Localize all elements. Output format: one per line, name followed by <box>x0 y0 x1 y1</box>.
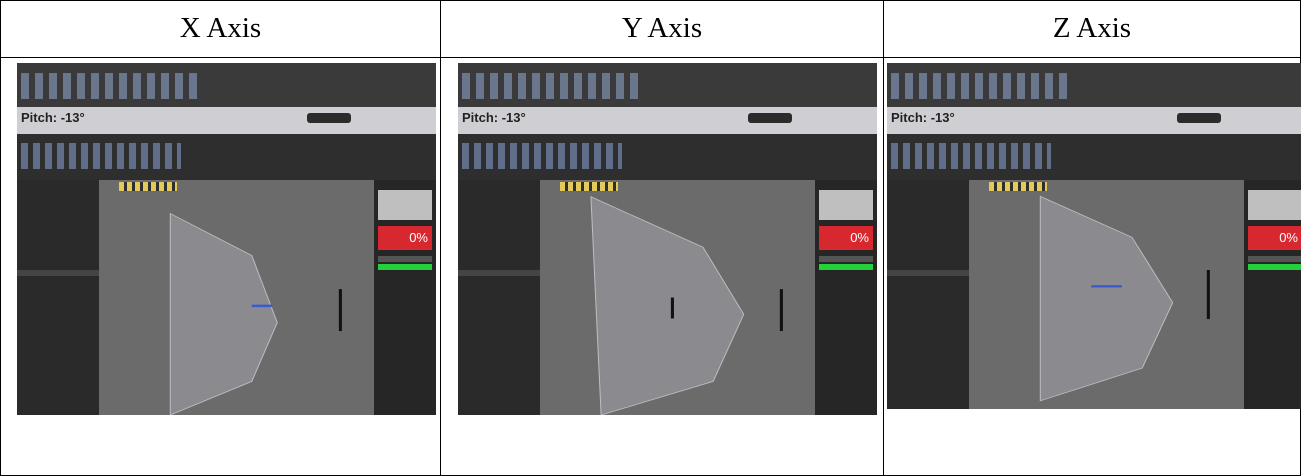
inner-toolbar-icons <box>21 143 181 169</box>
inner-toolbar-icons <box>891 143 1051 169</box>
right-panel: 0% <box>815 180 877 415</box>
table-col-divider-2 <box>883 0 884 476</box>
pitch-label: Pitch: -13° <box>891 110 955 125</box>
status-bar <box>1248 264 1301 270</box>
viewport <box>540 180 815 415</box>
viewport-scene <box>590 196 783 415</box>
axis-comparison-table: X Axis Y Axis Z Axis Pitch: -13° 0% Pitc… <box>0 0 1301 476</box>
header-y-axis: Y Axis <box>621 12 703 44</box>
left-panel <box>887 180 969 409</box>
inner-toolbar <box>458 134 877 180</box>
screenshot-y-axis: Pitch: -13° 0% <box>458 63 877 415</box>
inner-toolbar <box>887 134 1301 180</box>
pitch-label: Pitch: -13° <box>21 110 85 125</box>
status-bar <box>378 264 432 270</box>
progress-percent: 0% <box>819 226 873 250</box>
app-toolbar <box>17 63 436 107</box>
header-x-axis: X Axis <box>179 12 262 44</box>
toolbar-icons <box>21 73 201 99</box>
screenshot-z-axis: Pitch: -13° 0% <box>887 63 1301 409</box>
header-z-axis: Z Axis <box>1052 12 1132 44</box>
table-border-left <box>0 0 1 476</box>
toolbar-icons <box>462 73 642 99</box>
viewport-scene <box>1039 195 1210 402</box>
camera-preview <box>1248 190 1301 220</box>
scope-icon <box>748 113 792 123</box>
right-panel: 0% <box>1244 180 1301 409</box>
progress-percent: 0% <box>378 226 432 250</box>
status-bar <box>819 264 873 270</box>
inner-window: 0% <box>887 134 1301 409</box>
info-bar: Pitch: -13° <box>887 107 1301 134</box>
table-header-divider <box>0 57 1301 58</box>
toolbar-icons <box>891 73 1071 99</box>
camera-preview <box>378 190 432 220</box>
info-bar: Pitch: -13° <box>458 107 877 134</box>
right-panel: 0% <box>374 180 436 415</box>
inner-window: 0% <box>458 134 877 415</box>
camera-preview <box>819 190 873 220</box>
viewport-toolbar <box>989 182 1047 191</box>
inner-toolbar-icons <box>462 143 622 169</box>
viewport <box>969 180 1244 409</box>
left-panel <box>17 180 99 415</box>
viewport-toolbar <box>560 182 618 191</box>
viewport-scene <box>169 212 342 415</box>
progress-percent: 0% <box>1248 226 1301 250</box>
viewport-toolbar <box>119 182 177 191</box>
viewport <box>99 180 374 415</box>
table-col-divider-1 <box>440 0 441 476</box>
scope-icon <box>1177 113 1221 123</box>
inner-window: 0% <box>17 134 436 415</box>
scope-icon <box>307 113 351 123</box>
info-bar: Pitch: -13° <box>17 107 436 134</box>
app-toolbar <box>887 63 1301 107</box>
inner-toolbar <box>17 134 436 180</box>
screenshot-x-axis: Pitch: -13° 0% <box>17 63 436 415</box>
pitch-label: Pitch: -13° <box>462 110 526 125</box>
app-toolbar <box>458 63 877 107</box>
left-panel <box>458 180 540 415</box>
